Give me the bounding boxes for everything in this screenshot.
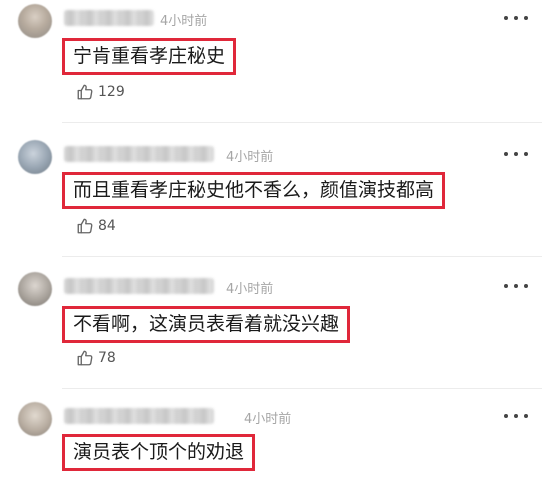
like-count: 78 <box>98 350 116 366</box>
username-blurred[interactable] <box>64 10 154 26</box>
thumbs-up-icon <box>77 218 93 234</box>
username-blurred[interactable] <box>64 408 214 424</box>
like-button[interactable]: 84 <box>76 216 116 236</box>
like-count: 129 <box>98 84 125 100</box>
timestamp: 4小时前 <box>226 150 274 165</box>
comment-text: 不看啊，这演员表看着就没兴趣 <box>62 306 351 343</box>
avatar[interactable] <box>18 402 52 436</box>
like-button[interactable]: 129 <box>76 82 125 102</box>
username-blurred[interactable] <box>64 146 214 162</box>
divider <box>62 388 542 389</box>
more-dots-icon[interactable] <box>504 412 528 420</box>
divider <box>62 122 542 123</box>
comment-text: 宁肯重看孝庄秘史 <box>62 38 237 75</box>
timestamp: 4小时前 <box>226 282 274 297</box>
avatar[interactable] <box>18 140 52 174</box>
timestamp: 4小时前 <box>244 412 292 427</box>
like-button[interactable]: 78 <box>76 348 116 368</box>
more-dots-icon[interactable] <box>504 282 528 290</box>
more-dots-icon[interactable] <box>504 150 528 158</box>
thumbs-up-icon <box>77 84 93 100</box>
comment-text: 而且重看孝庄秘史他不香么，颜值演技都高 <box>62 172 446 209</box>
username-blurred[interactable] <box>64 278 214 294</box>
timestamp: 4小时前 <box>160 14 208 29</box>
divider <box>62 256 542 257</box>
more-dots-icon[interactable] <box>504 14 528 22</box>
thumbs-up-icon <box>77 350 93 366</box>
comment-text: 演员表个顶个的劝退 <box>62 434 256 471</box>
avatar[interactable] <box>18 272 52 306</box>
like-count: 84 <box>98 218 116 234</box>
avatar[interactable] <box>18 4 52 38</box>
